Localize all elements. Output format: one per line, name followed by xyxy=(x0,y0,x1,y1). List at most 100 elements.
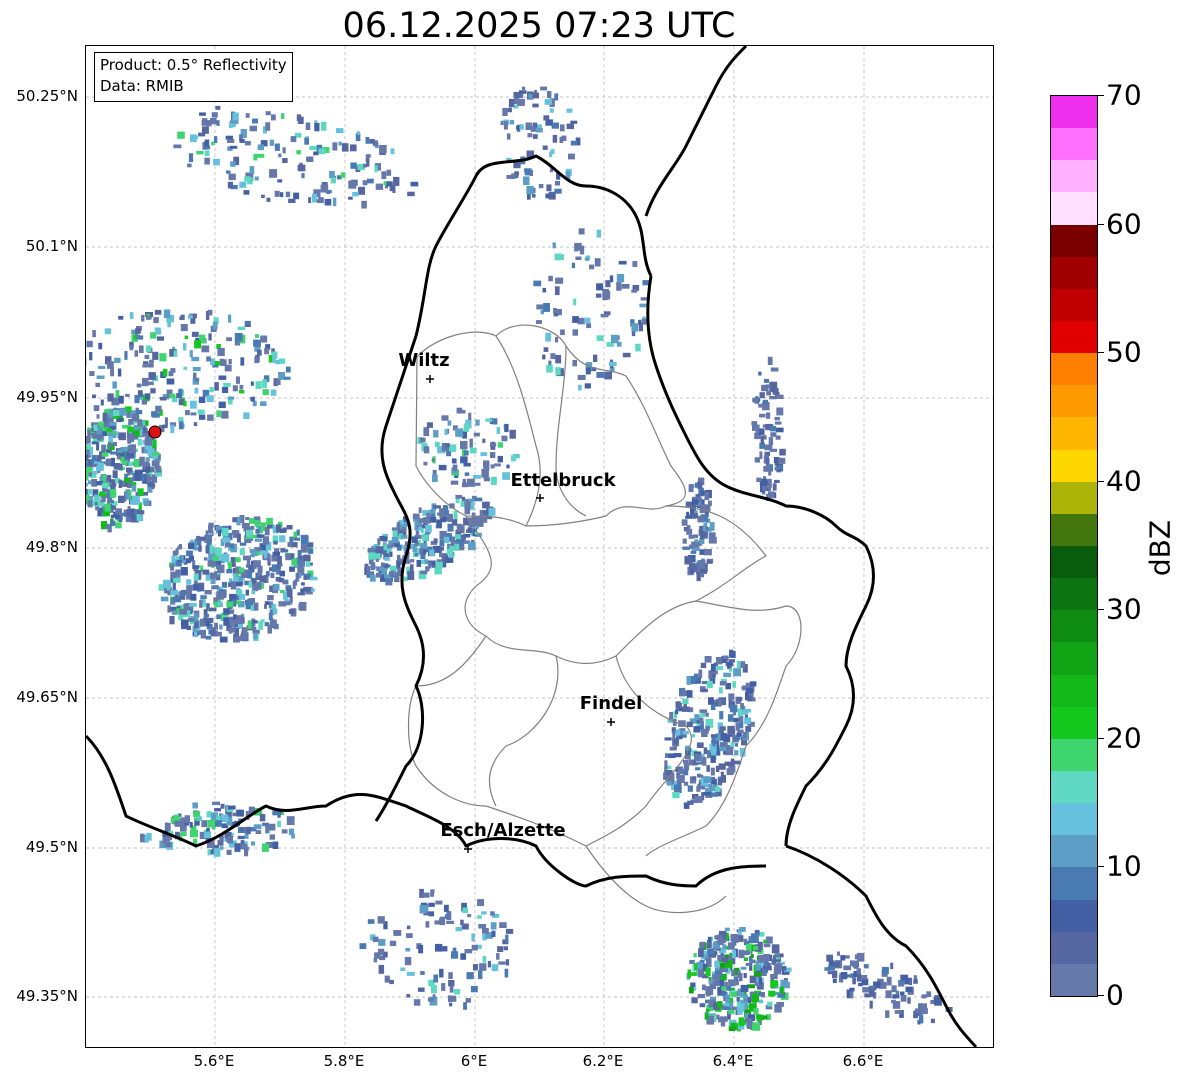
echo-pixel xyxy=(427,997,434,1002)
echo-pixel xyxy=(426,422,433,428)
echo-pixel xyxy=(774,416,780,421)
echo-pixel xyxy=(455,498,460,504)
echo-pixel xyxy=(309,576,318,581)
echo-pixel xyxy=(435,900,443,905)
echo-pixel xyxy=(760,435,764,445)
echo-pixel xyxy=(115,522,122,529)
echo-pixel xyxy=(290,553,295,559)
echo-pixel xyxy=(260,335,268,343)
echo-pixel xyxy=(115,463,123,470)
echo-pixel xyxy=(112,431,116,435)
echo-pixel xyxy=(272,608,278,615)
echo-pixel xyxy=(707,500,712,506)
echo-pixel xyxy=(402,526,407,532)
echo-pixel xyxy=(378,938,386,946)
echo-pixel xyxy=(742,950,750,956)
lat-tick-label: 49.5°N xyxy=(25,838,78,856)
echo-pixel xyxy=(112,442,117,447)
echo-pixel xyxy=(699,709,708,713)
echo-pixel xyxy=(719,687,723,694)
echo-pixel xyxy=(446,451,452,457)
echo-pixel xyxy=(595,293,602,298)
echo-pixel xyxy=(391,536,399,544)
echo-pixel xyxy=(200,629,206,639)
echo-pixel xyxy=(244,141,251,146)
echo-pixel xyxy=(886,976,892,986)
echo-pixel xyxy=(559,136,564,143)
echo-pixel xyxy=(432,564,436,568)
echo-pixel xyxy=(162,424,168,429)
product-info-box: Product: 0.5° Reflectivity Data: RMIB xyxy=(94,52,293,102)
echo-pixel xyxy=(86,488,88,495)
echo-pixel xyxy=(376,546,384,554)
echo-pixel xyxy=(196,151,204,155)
echo-pixel xyxy=(271,619,277,629)
echo-pixel xyxy=(506,464,510,469)
echo-pixel xyxy=(107,361,114,369)
echo-pixel xyxy=(193,422,198,427)
echo-pixel xyxy=(682,698,689,705)
echo-pixel xyxy=(324,198,332,206)
echo-pixel xyxy=(779,448,786,456)
echo-pixel xyxy=(483,477,490,482)
echo-pixel xyxy=(218,375,227,380)
echo-pixel xyxy=(228,582,232,587)
echo-pixel xyxy=(256,551,261,556)
echo-pixel xyxy=(253,339,261,347)
echo-pixel xyxy=(693,953,697,958)
echo-pixel xyxy=(147,486,153,493)
echo-pixel xyxy=(92,330,96,338)
echo-pixel xyxy=(237,835,245,840)
echo-pixel xyxy=(118,315,124,320)
echo-pixel xyxy=(101,452,109,457)
echo-pixel xyxy=(673,753,682,758)
echo-pixel xyxy=(695,767,701,771)
echo-pixel xyxy=(245,321,250,325)
echo-pixel xyxy=(555,354,562,364)
echo-pixel xyxy=(450,480,459,485)
echo-pixel xyxy=(390,148,395,155)
echo-pixel xyxy=(406,971,415,976)
echo-pixel xyxy=(544,99,553,105)
echo-pixel xyxy=(191,356,200,362)
colorbar-tick xyxy=(1097,480,1104,482)
echo-pixel xyxy=(708,979,713,984)
echo-pixel xyxy=(178,388,183,394)
colorbar-tick xyxy=(1097,352,1104,354)
echo-pixel xyxy=(480,452,488,457)
echo-pixel xyxy=(774,466,778,471)
echo-pixel xyxy=(470,986,478,993)
echo-pixel xyxy=(182,343,187,351)
echo-pixel xyxy=(245,517,250,521)
echo-pixel xyxy=(715,765,720,772)
echo-pixel xyxy=(532,92,539,99)
echo-pixel xyxy=(909,977,913,985)
echo-pixel xyxy=(269,139,275,146)
echo-pixel xyxy=(698,669,703,679)
echo-pixel xyxy=(639,303,647,308)
echo-pixel xyxy=(596,335,604,341)
echo-pixel xyxy=(688,986,694,994)
echo-pixel xyxy=(296,150,301,155)
echo-pixel xyxy=(664,760,668,770)
echo-pixel xyxy=(386,181,393,187)
echo-pixel xyxy=(110,457,115,467)
echo-pixel xyxy=(222,537,230,543)
echo-pixel xyxy=(210,118,217,125)
echo-pixel xyxy=(237,326,245,331)
colorbar-segment xyxy=(1051,931,1097,964)
echo-pixel xyxy=(112,470,118,479)
echo-pixel xyxy=(529,170,533,176)
echo-pixel xyxy=(920,1007,928,1015)
colorbar-tick xyxy=(1097,995,1104,996)
echo-pixel xyxy=(771,944,780,954)
echo-pixel xyxy=(330,177,336,184)
echo-pixel xyxy=(466,972,474,980)
echo-pixel xyxy=(777,994,786,998)
echo-pixel xyxy=(673,739,678,745)
city-label-findel: Findel xyxy=(579,693,643,714)
echo-pixel xyxy=(222,528,229,536)
echo-pixel xyxy=(665,753,669,758)
echo-pixel xyxy=(265,111,271,116)
echo-pixel xyxy=(553,313,559,317)
